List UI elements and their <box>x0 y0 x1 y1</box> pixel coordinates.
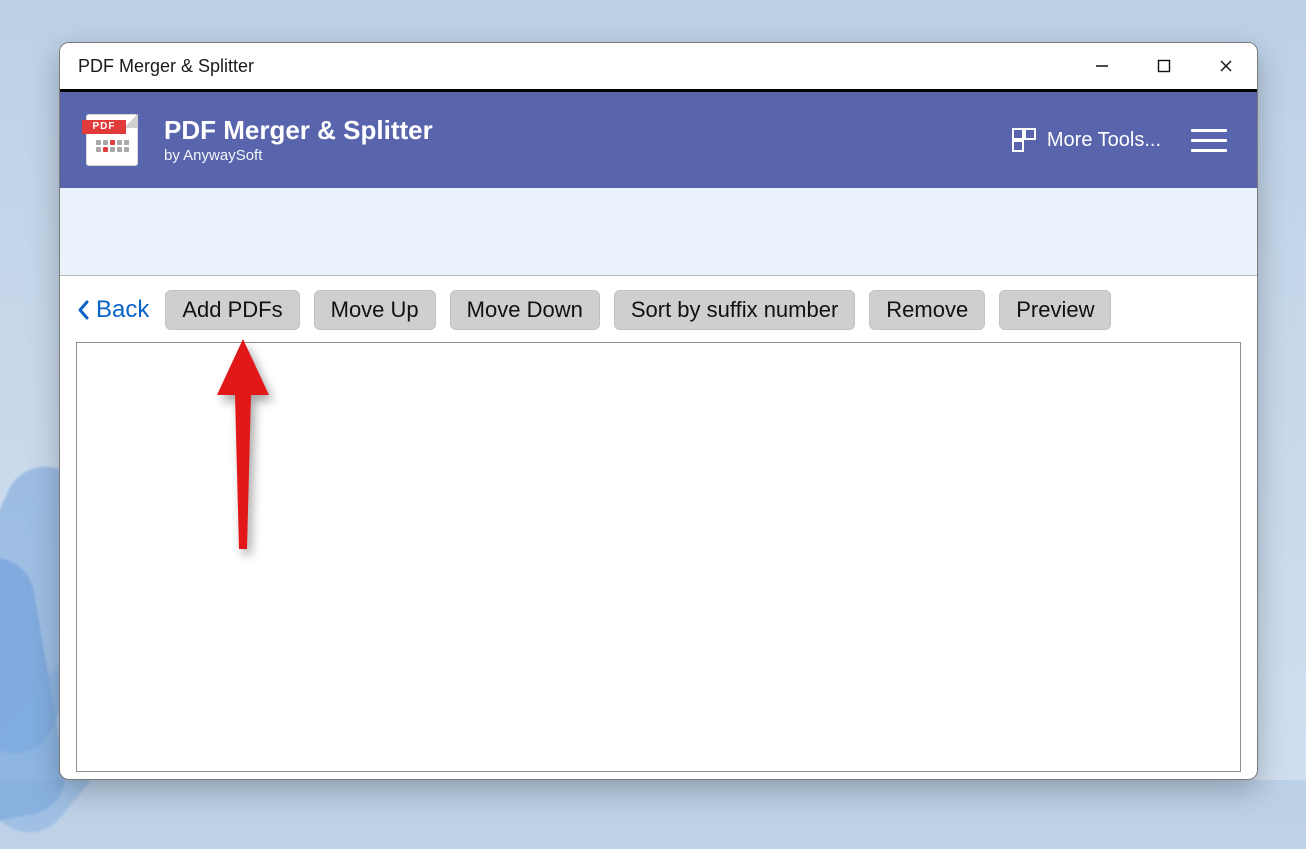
app-logo-icon: PDF <box>86 114 138 166</box>
chevron-left-icon <box>76 299 90 321</box>
pdf-badge: PDF <box>82 120 126 134</box>
back-label: Back <box>96 296 149 324</box>
maximize-icon <box>1157 59 1171 73</box>
header-right: More Tools... <box>1011 125 1229 156</box>
toolbar: Back Add PDFs Move Up Move Down Sort by … <box>60 276 1257 342</box>
app-window: PDF Merger & Splitter PDF PDF M <box>59 42 1258 780</box>
app-subtitle: by AnywaySoft <box>164 147 433 164</box>
minimize-button[interactable] <box>1071 43 1133 89</box>
minimize-icon <box>1095 59 1109 73</box>
app-title: PDF Merger & Splitter <box>164 116 433 145</box>
window-title: PDF Merger & Splitter <box>78 56 254 77</box>
banner-area <box>60 188 1257 276</box>
maximize-button[interactable] <box>1133 43 1195 89</box>
menu-button[interactable] <box>1189 125 1229 156</box>
remove-button[interactable]: Remove <box>869 290 985 330</box>
grid-icon <box>1011 127 1037 153</box>
back-button[interactable]: Back <box>76 296 151 324</box>
logo-dots <box>96 140 129 152</box>
sort-button[interactable]: Sort by suffix number <box>614 290 855 330</box>
app-title-block: PDF Merger & Splitter by AnywaySoft <box>164 116 433 164</box>
close-icon <box>1219 59 1233 73</box>
add-pdfs-button[interactable]: Add PDFs <box>165 290 299 330</box>
move-down-button[interactable]: Move Down <box>450 290 600 330</box>
app-header: PDF PDF Merger & Splitter by AnywaySoft <box>60 92 1257 188</box>
file-list-area[interactable] <box>76 342 1241 772</box>
annotation-arrow-icon <box>213 339 273 559</box>
close-button[interactable] <box>1195 43 1257 89</box>
move-up-button[interactable]: Move Up <box>314 290 436 330</box>
more-tools-label: More Tools... <box>1047 129 1161 152</box>
app-inner: PDF PDF Merger & Splitter by AnywaySoft <box>60 89 1257 772</box>
hamburger-icon <box>1191 129 1227 132</box>
titlebar: PDF Merger & Splitter <box>60 43 1257 89</box>
more-tools-button[interactable]: More Tools... <box>1011 127 1161 153</box>
window-controls <box>1071 43 1257 89</box>
preview-button[interactable]: Preview <box>999 290 1111 330</box>
